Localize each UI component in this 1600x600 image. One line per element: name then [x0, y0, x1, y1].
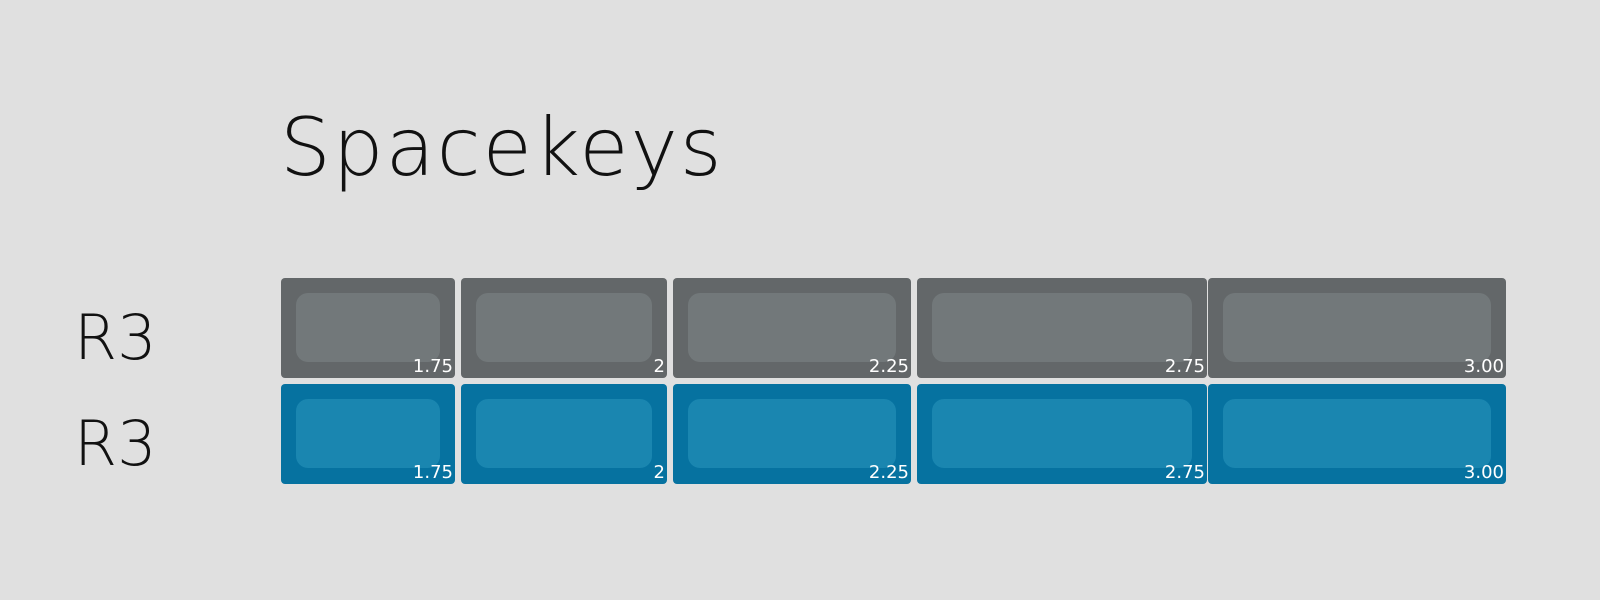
spacekey-grey: 3.00	[1208, 278, 1506, 378]
keycap-top	[296, 399, 440, 468]
page-title: Spacekeys	[280, 101, 724, 194]
keycap-top	[1223, 293, 1491, 362]
spacekey-blue: 2.75	[917, 384, 1207, 484]
spacekey-blue: 2.25	[673, 384, 911, 484]
keycap-top	[932, 293, 1192, 362]
key-size-label: 3.00	[1463, 462, 1504, 483]
keycap-top	[932, 399, 1192, 468]
key-size-label: 2	[653, 356, 665, 377]
key-size-label: 2.75	[1164, 356, 1205, 377]
keycap-top	[296, 293, 440, 362]
keycap-top	[1223, 399, 1491, 468]
spacekey-blue: 3.00	[1208, 384, 1506, 484]
key-size-label: 2.75	[1164, 462, 1205, 483]
key-size-label: 1.75	[412, 462, 453, 483]
spacekey-grey: 2.25	[673, 278, 911, 378]
keycap-top	[476, 399, 652, 468]
keycap-top	[688, 399, 896, 468]
spacekey-blue: 1.75	[281, 384, 455, 484]
row-label-blue: R3	[74, 407, 157, 480]
key-size-label: 2	[653, 462, 665, 483]
keycap-top	[476, 293, 652, 362]
spacekey-grey: 2.75	[917, 278, 1207, 378]
keycap-top	[688, 293, 896, 362]
key-size-label: 2.25	[868, 462, 909, 483]
spacekey-grey: 2	[461, 278, 667, 378]
key-size-label: 1.75	[412, 356, 453, 377]
key-size-label: 2.25	[868, 356, 909, 377]
spacekey-grey: 1.75	[281, 278, 455, 378]
row-label-grey: R3	[74, 301, 157, 374]
spacekey-blue: 2	[461, 384, 667, 484]
key-size-label: 3.00	[1463, 356, 1504, 377]
